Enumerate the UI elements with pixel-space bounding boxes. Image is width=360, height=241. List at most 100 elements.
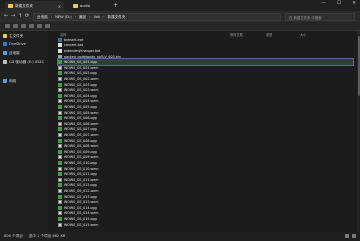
folder-icon <box>73 4 78 8</box>
sidebar-item-cd-drive[interactable]: CD 驱动器 (E:) XSEC <box>3 59 44 65</box>
tab-label: audio <box>80 4 90 8</box>
file-type-icon <box>58 71 62 76</box>
file-type-icon <box>58 127 62 132</box>
file-type-icon <box>58 188 62 193</box>
file-name: WOWS_GS_002.ogg <box>64 71 97 76</box>
column-header-date[interactable]: 修改日期 <box>230 32 243 37</box>
breadcrumb-item[interactable]: NEW (D:) <box>55 15 71 19</box>
breadcrumb-item[interactable]: 藏品 <box>79 15 86 20</box>
file-type-icon <box>58 60 62 65</box>
file-type-icon <box>58 172 62 177</box>
file-row[interactable]: WOWS_GS_015.wem <box>58 222 353 228</box>
file-type-icon <box>58 82 62 87</box>
file-name: WOWS_GS_008.ogg <box>64 138 97 143</box>
file-type-icon <box>58 194 62 199</box>
file-type-icon <box>58 222 62 227</box>
back-icon[interactable]: ← <box>4 13 8 19</box>
file-name: convert.bat <box>64 43 84 48</box>
file-type-icon <box>58 76 62 81</box>
breadcrumb-item[interactable]: link <box>94 15 100 19</box>
file-type-icon <box>58 216 62 221</box>
sidebar-item-network[interactable]: 网络 <box>3 78 16 84</box>
close-tab-icon[interactable]: ✕ <box>58 4 61 9</box>
file-type-icon <box>58 54 62 59</box>
file-name: WOWS_GS_008.wem <box>64 144 99 149</box>
window-controls: — ☐ ✕ <box>321 1 356 6</box>
file-type-icon <box>58 200 62 205</box>
file-type-icon <box>58 155 62 160</box>
file-name: WOWS_GS_006.wem <box>64 121 99 126</box>
file-name: WOWS_GS_001.ogg <box>64 60 97 65</box>
file-name: WOWS_GS_005.wem <box>64 110 99 115</box>
file-name: bnksort.exe <box>64 37 84 42</box>
close-button[interactable]: ✕ <box>352 1 356 6</box>
home-icon <box>3 34 7 38</box>
sidebar-item-label: CD 驱动器 (E:) XSEC <box>9 59 45 64</box>
tab-active[interactable]: 新建文件夹 ✕ <box>5 1 64 11</box>
navigation-pane: 主文件夹 OneDrive 此电脑 CD 驱动器 (E:) XSEC 网络 <box>0 31 48 232</box>
file-type-icon <box>58 99 62 104</box>
file-type-icon <box>58 160 62 165</box>
file-name: WOWS_GS_001.wem <box>64 65 99 70</box>
file-name: WOWS_GS_009.ogg <box>64 149 97 154</box>
column-header-name[interactable]: 名称 <box>60 32 66 37</box>
forward-icon[interactable]: → <box>11 13 15 19</box>
file-name: WOWS_GS_002.wem <box>64 76 99 81</box>
file-type-icon <box>58 177 62 182</box>
file-name: WOWS_GS_014.ogg <box>64 205 97 210</box>
status-bar: 806 个项目 选中 1 个项目 662 KB <box>0 232 360 241</box>
rename-icon[interactable] <box>37 24 42 28</box>
file-name: extended/changer.bat <box>64 48 101 53</box>
breadcrumb-item[interactable]: 新建文件夹 <box>108 15 126 20</box>
new-tab-button[interactable]: + <box>113 2 118 9</box>
refresh-icon[interactable]: ⟳ <box>25 13 29 19</box>
sidebar-item-onedrive[interactable]: OneDrive <box>3 41 26 47</box>
file-type-icon <box>58 121 62 126</box>
cloud-icon <box>3 42 7 46</box>
delete-icon[interactable] <box>45 24 50 28</box>
tab-inactive[interactable]: audio <box>70 1 112 11</box>
file-name: WOWS_GS_012.wem <box>64 188 99 193</box>
scrollbar-thumb[interactable] <box>357 36 360 96</box>
column-header-size[interactable]: 大小 <box>300 32 306 37</box>
file-type-icon <box>58 110 62 115</box>
new-icon[interactable] <box>5 24 10 28</box>
computer-icon <box>3 51 7 55</box>
folder-icon <box>8 4 13 8</box>
file-name: WOWS_GS_011.ogg <box>64 172 97 177</box>
sidebar-item-this-pc[interactable]: 此电脑 <box>3 50 20 56</box>
file-type-icon <box>58 43 62 48</box>
file-type-icon <box>58 88 62 93</box>
sidebar-item-home[interactable]: 主文件夹 <box>3 33 23 39</box>
file-name: WOWS_GS_010.ogg <box>64 160 97 165</box>
file-name: WOWS_GS_007.ogg <box>64 127 97 132</box>
file-name: WOWS_GS_005.ogg <box>64 104 97 109</box>
cut-icon[interactable] <box>13 24 18 28</box>
file-type-icon <box>58 65 62 70</box>
search-input[interactable]: 在 新建文件夹 中搜索 <box>285 13 355 21</box>
selection-info: 选中 1 个项目 662 KB <box>28 234 66 238</box>
column-header-type[interactable]: 类型 <box>266 32 272 37</box>
file-type-icon <box>58 93 62 98</box>
file-type-icon <box>58 138 62 143</box>
file-list-pane: 名称 修改日期 类型 大小 bnksort.exe convert.bat exte… <box>48 31 360 232</box>
file-type-icon <box>58 104 62 109</box>
file-name: WOWS_GS_013.ogg <box>64 194 97 199</box>
file-name: WOWS_GS_003.ogg <box>64 82 97 87</box>
network-icon <box>3 79 7 83</box>
file-name: WOWS_GS_014.wem <box>64 211 99 216</box>
up-icon[interactable]: ↑ <box>18 13 22 19</box>
maximize-button[interactable]: ☐ <box>337 1 341 6</box>
sidebar-item-label: 此电脑 <box>9 50 20 55</box>
details-view-icon[interactable] <box>345 234 349 238</box>
tiles-view-icon[interactable] <box>352 234 356 238</box>
minimize-button[interactable]: — <box>321 1 326 6</box>
column-headers: 名称 修改日期 类型 大小 <box>48 31 360 37</box>
file-name: WOWS_GS_011.wem <box>64 177 99 182</box>
paste-icon[interactable] <box>29 24 34 28</box>
copy-icon[interactable] <box>21 24 26 28</box>
breadcrumb-item[interactable]: 此电脑 <box>37 15 48 20</box>
view-toggles <box>345 234 356 238</box>
breadcrumb[interactable]: 此电脑 › NEW (D:) › 藏品 › link › 新建文件夹 <box>33 13 281 21</box>
tab-label: 新建文件夹 <box>15 3 33 8</box>
